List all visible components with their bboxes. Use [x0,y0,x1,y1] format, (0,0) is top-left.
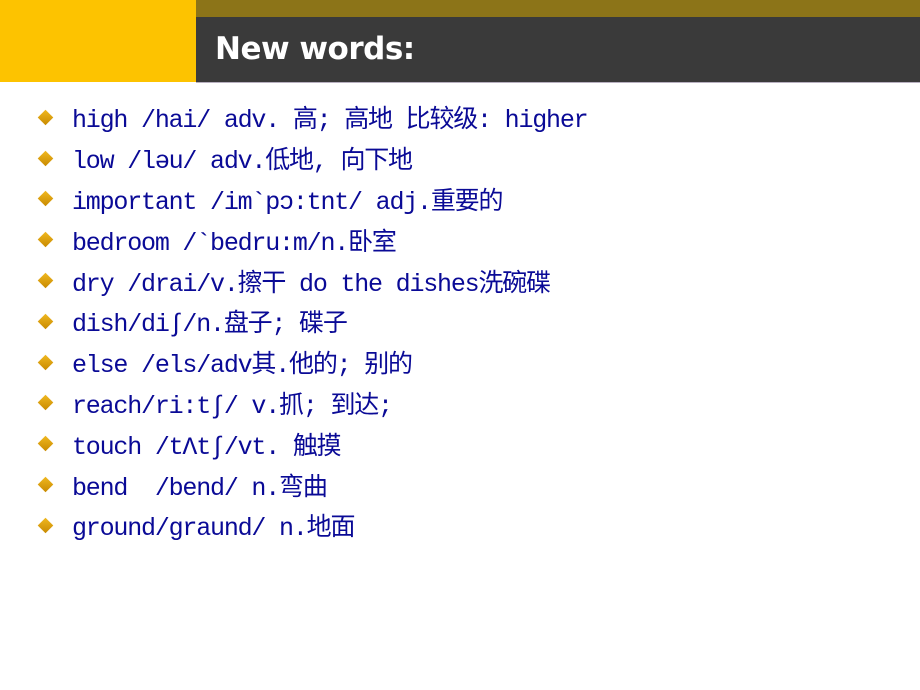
diamond-bullet-icon [37,272,54,289]
list-item: high /hai/ adv. 高; 高地 比较级: higher [36,97,589,138]
list-item: low /ləu/ adv.低地, 向下地 [36,138,587,179]
list-item: dish/di∫/n.盘子; 碟子 [36,301,587,342]
list-item: ground/graund/ n.地面 [36,505,587,546]
diamond-bullet-icon [37,395,54,411]
vocab-entry: bend /bend/ n.弯曲 [72,473,328,503]
vocab-entry: ground/graund/ n.地面 [72,514,355,544]
diamond-bullet-icon [37,150,54,166]
list-item: important /im`pɔ:tnt/ adj.重要的 [36,179,587,220]
header-accent-block [0,0,196,82]
list-item: dry /drai/v.擦干 do the dishes洗碗碟 [36,260,587,301]
diamond-bullet-icon [37,435,54,452]
vocab-entry: bedroom /`bedru:m/n.卧室 [72,228,397,258]
diamond-bullet-icon [37,191,54,207]
diamond-bullet-icon [37,476,54,493]
diamond-bullet-icon [37,109,54,126]
vocab-entry: dish/di∫/n.盘子; 碟子 [72,310,348,340]
list-item: reach/ri:t∫/ v.抓; 到达; [36,383,587,424]
header-top-strip [196,0,920,17]
list-item: else /els/adv其.他的; 别的 [36,342,587,383]
diamond-bullet-icon [37,354,54,370]
vocab-entry: dry /drai/v.擦干 do the dishes洗碗碟 [72,269,551,299]
vocab-entry: low /ləu/ adv.低地, 向下地 [72,147,413,177]
diamond-bullet-icon [37,313,54,330]
vocab-entry: touch /tΛt∫/vt. 触摸 [72,432,342,462]
diamond-bullet-icon [37,517,54,534]
list-item: bedroom /`bedru:m/n.卧室 [36,219,587,260]
vocab-entry: high /hai/ adv. 高; 高地 比较级: higher [72,106,589,136]
vocab-entry: reach/ri:t∫/ v.抓; 到达; [72,391,393,421]
list-item: touch /tΛt∫/vt. 触摸 [36,423,587,464]
vocabulary-list: high /hai/ adv. 高; 高地 比较级: higher low /l… [36,97,589,546]
vocab-entry: important /im`pɔ:tnt/ adj.重要的 [72,187,503,217]
vocab-entry: else /els/adv其.他的; 别的 [72,351,413,381]
diamond-bullet-icon [37,232,54,248]
list-item: bend /bend/ n.弯曲 [36,464,587,505]
title-bar: New words: [196,17,920,83]
slide-title: New words: [215,31,415,67]
